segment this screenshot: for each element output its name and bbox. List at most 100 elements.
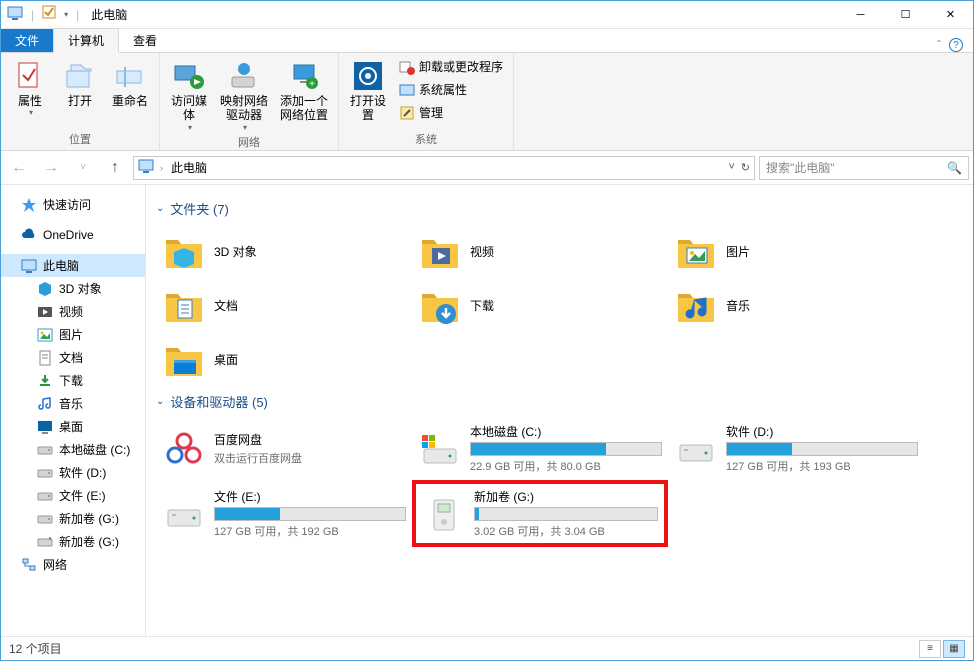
sysprops-button[interactable]: 系统属性 — [395, 79, 507, 100]
breadcrumb-thispc[interactable]: 此电脑 — [169, 159, 209, 176]
close-button[interactable]: ✕ — [928, 1, 973, 29]
tree-item[interactable]: 新加卷 (G:) — [1, 530, 145, 553]
tree-label: 音乐 — [59, 395, 83, 412]
item-name: 图片 — [726, 243, 918, 260]
map-drive-button[interactable]: 映射网络驱动器▾ — [216, 56, 272, 132]
tree-label: 下载 — [59, 372, 83, 389]
folder-item[interactable]: 3D 对象 — [156, 226, 412, 278]
media-button[interactable]: 访问媒体▾ — [166, 56, 212, 132]
star-icon — [21, 197, 37, 213]
properties-button[interactable]: 属性▾ — [7, 56, 53, 118]
drive-item[interactable]: 本地磁盘 (C:)22.9 GB 可用，共 80.0 GB — [412, 419, 668, 478]
tree-label: 此电脑 — [43, 257, 79, 274]
item-sub: 22.9 GB 可用，共 80.0 GB — [470, 458, 662, 474]
drive-item[interactable]: 软件 (D:)127 GB 可用，共 193 GB — [668, 419, 924, 478]
image-icon — [37, 327, 53, 343]
tree-item[interactable]: 视频 — [1, 300, 145, 323]
usage-bar — [470, 442, 662, 456]
address-dropdown[interactable]: ˅ — [728, 161, 734, 174]
drive-icon — [162, 492, 206, 536]
status-bar: 12 个项目 ≡ ▦ — [1, 636, 973, 660]
tree-item[interactable]: 文件 (E:) — [1, 484, 145, 507]
view-details-button[interactable]: ≡ — [919, 640, 941, 658]
folder-item[interactable]: 图片 — [668, 226, 924, 278]
tree-label: 新加卷 (G:) — [59, 510, 119, 527]
view-tiles-button[interactable]: ▦ — [943, 640, 965, 658]
chevron-down-icon: ⌄ — [156, 203, 164, 214]
net-icon — [21, 557, 37, 573]
help-icon[interactable]: ? — [949, 38, 963, 52]
tree-item[interactable]: 桌面 — [1, 415, 145, 438]
minimize-button[interactable]: ─ — [838, 1, 883, 29]
tab-computer[interactable]: 计算机 — [53, 28, 119, 53]
tree-label: 快速访问 — [43, 196, 91, 213]
search-placeholder: 搜索"此电脑" — [766, 159, 835, 176]
tab-file[interactable]: 文件 — [1, 29, 53, 52]
history-dropdown[interactable]: ˅ — [69, 156, 97, 180]
back-button[interactable]: ← — [5, 156, 33, 180]
folder-icon — [162, 230, 206, 274]
drive-item[interactable]: 文件 (E:)127 GB 可用，共 192 GB — [156, 480, 412, 547]
cube-icon — [37, 281, 53, 297]
forward-button[interactable]: → — [37, 156, 65, 180]
drive-item[interactable]: 新加卷 (G:)3.02 GB 可用，共 3.04 GB — [412, 480, 668, 547]
tab-view[interactable]: 查看 — [119, 29, 171, 52]
tree-label: 视频 — [59, 303, 83, 320]
folder-item[interactable]: 视频 — [412, 226, 668, 278]
section-folders[interactable]: ⌄文件夹 (7) — [156, 199, 965, 218]
music-icon — [37, 396, 53, 412]
add-netloc-button[interactable]: +添加一个网络位置 — [276, 56, 332, 123]
folder-item[interactable]: 桌面 — [156, 334, 412, 386]
usage-bar — [726, 442, 918, 456]
folder-icon — [418, 284, 462, 328]
video-icon — [37, 304, 53, 320]
tree-label: 文档 — [59, 349, 83, 366]
drive-icon — [37, 511, 53, 527]
tree-item[interactable]: 音乐 — [1, 392, 145, 415]
qat-check-icon[interactable] — [42, 5, 58, 24]
tree-label: 图片 — [59, 326, 83, 343]
drive-icon — [422, 492, 466, 536]
content-pane: ⌄文件夹 (7) 3D 对象视频 图片文档下载 音乐桌面 ⌄设备和驱动器 (5) 百… — [146, 185, 973, 636]
tree-item[interactable]: 快速访问 — [1, 193, 145, 216]
folder-icon — [418, 230, 462, 274]
folder-item[interactable]: 音乐 — [668, 280, 924, 332]
tree-item[interactable]: 图片 — [1, 323, 145, 346]
tree-item[interactable]: 下载 — [1, 369, 145, 392]
tree-item[interactable]: 新加卷 (G:) — [1, 507, 145, 530]
up-button[interactable]: ↑ — [101, 156, 129, 180]
tree-item[interactable]: 文档 — [1, 346, 145, 369]
tree-label: 软件 (D:) — [59, 464, 106, 481]
chevron-right-icon[interactable]: › — [160, 163, 163, 173]
open-button[interactable]: 打开 — [57, 56, 103, 108]
drive-icon — [162, 427, 206, 471]
refresh-button[interactable]: ↻ — [741, 161, 750, 174]
tree-item[interactable]: 网络 — [1, 553, 145, 576]
app-icon — [7, 5, 23, 24]
tree-label: 网络 — [43, 556, 67, 573]
tree-item[interactable]: 软件 (D:) — [1, 461, 145, 484]
item-name: 音乐 — [726, 297, 918, 314]
maximize-button[interactable]: ☐ — [883, 1, 928, 29]
tree-item[interactable]: 3D 对象 — [1, 277, 145, 300]
svg-text:+: + — [309, 79, 315, 90]
search-box[interactable]: 搜索"此电脑" 🔍 — [759, 156, 969, 180]
folder-item[interactable]: 文档 — [156, 280, 412, 332]
tree-item[interactable]: 本地磁盘 (C:) — [1, 438, 145, 461]
search-icon[interactable]: 🔍 — [947, 161, 962, 175]
address-bar[interactable]: › 此电脑 ˅ ↻ — [133, 156, 755, 180]
qat-dropdown[interactable]: ▾ — [64, 10, 68, 19]
rename-button[interactable]: 重命名 — [107, 56, 153, 108]
settings-button[interactable]: 打开设置 — [345, 56, 391, 123]
manage-button[interactable]: 管理 — [395, 102, 507, 123]
section-drives[interactable]: ⌄设备和驱动器 (5) — [156, 392, 965, 411]
ribbon-collapse[interactable]: ˆ ? — [937, 38, 963, 52]
uninstall-button[interactable]: 卸载或更改程序 — [395, 56, 507, 77]
item-name: 3D 对象 — [214, 243, 406, 260]
drive-item[interactable]: 百度网盘双击运行百度网盘 — [156, 419, 412, 478]
pc-icon — [138, 158, 154, 177]
tree-item[interactable]: 此电脑 — [1, 254, 145, 277]
tree-item[interactable]: OneDrive — [1, 224, 145, 246]
item-sub: 127 GB 可用，共 192 GB — [214, 523, 406, 539]
folder-item[interactable]: 下载 — [412, 280, 668, 332]
